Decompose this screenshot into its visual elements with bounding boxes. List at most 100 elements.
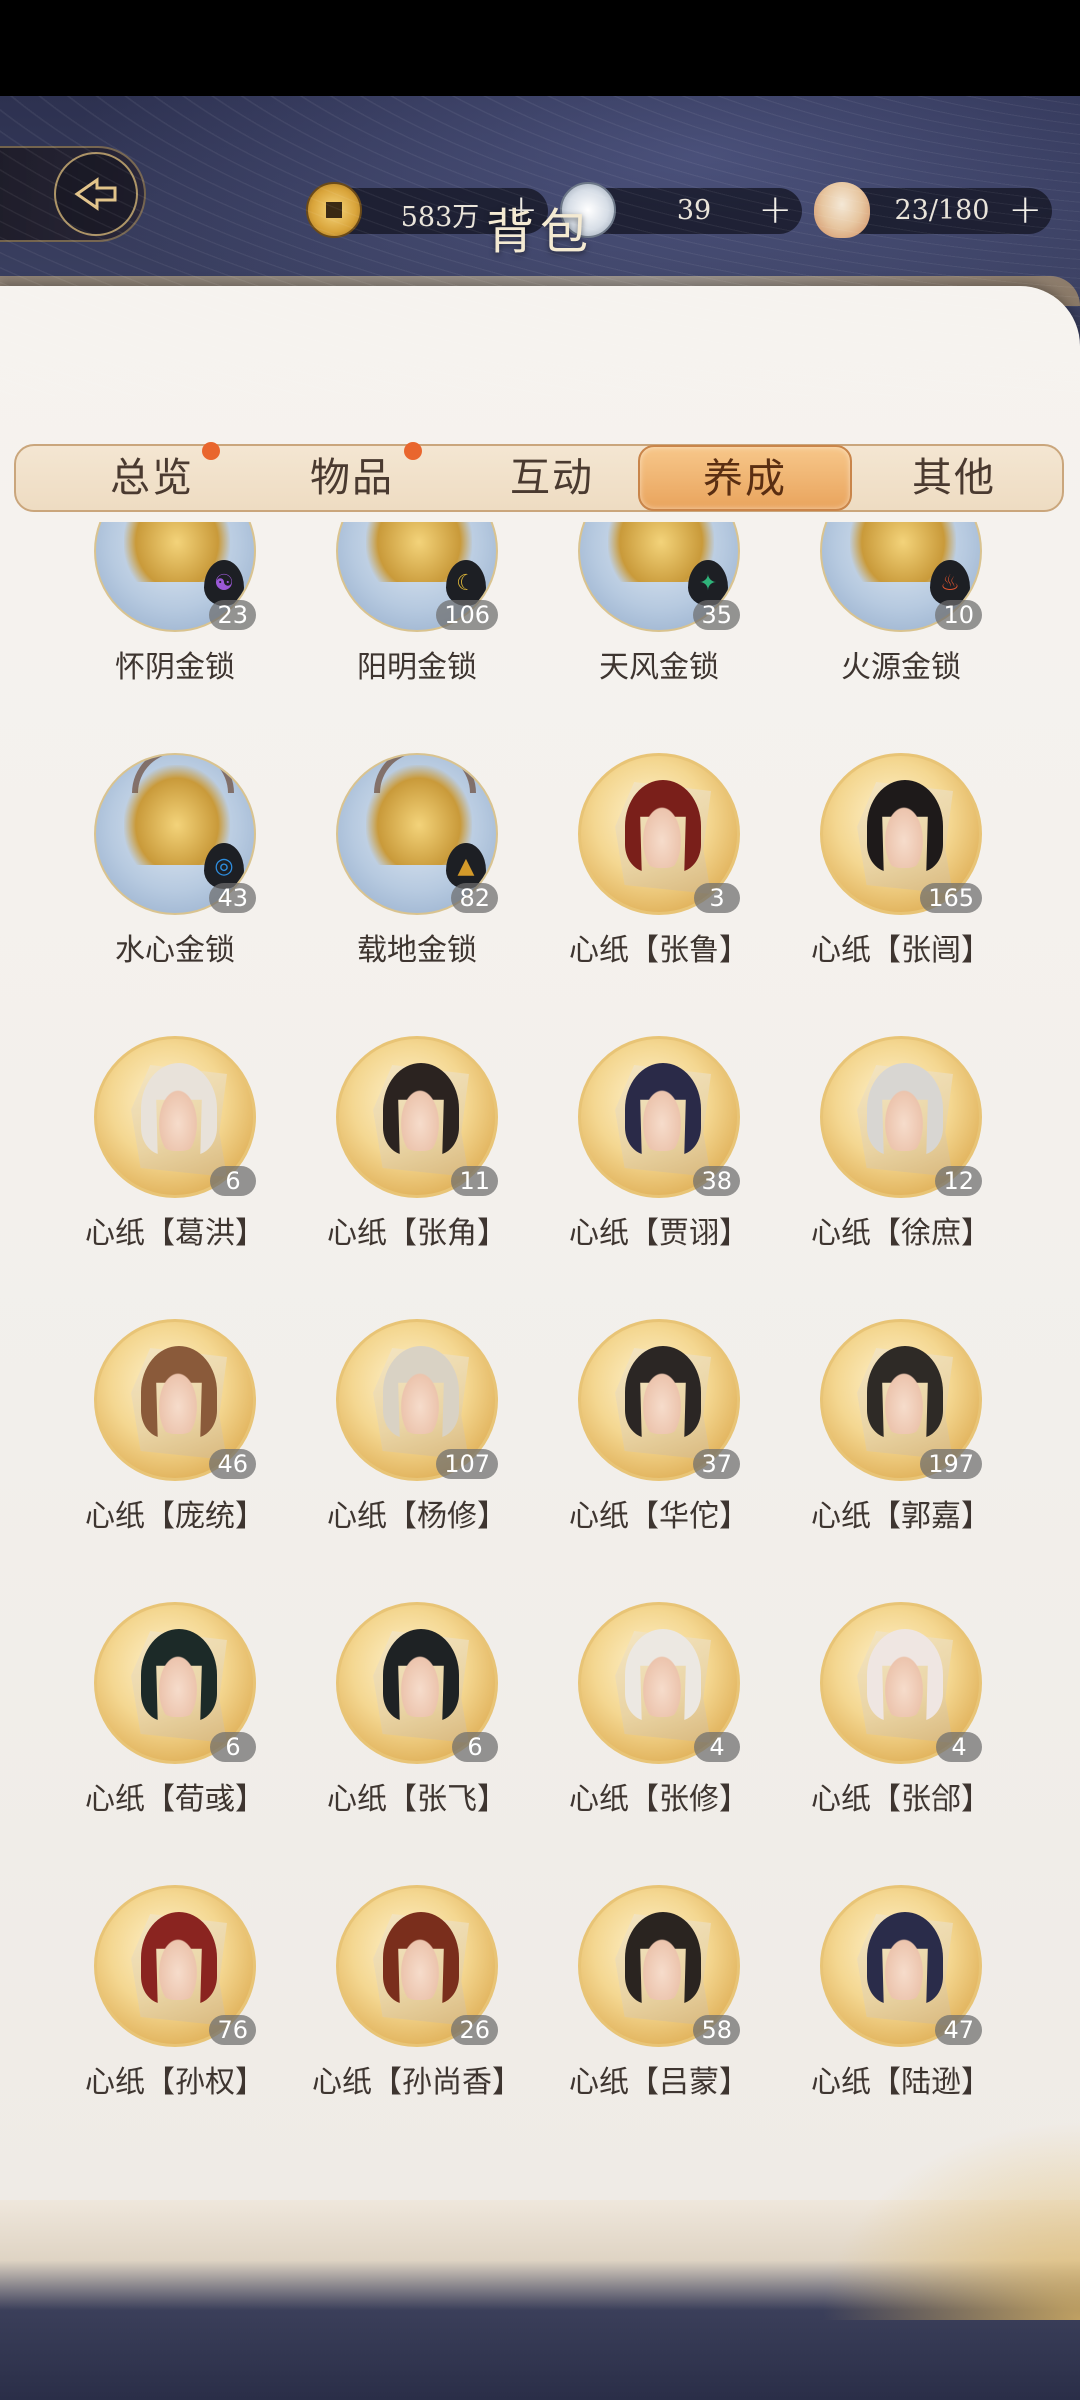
inventory-item[interactable]: ✦ 35 天风金锁 [538,522,780,730]
tab-items[interactable]: 物品 [252,446,452,510]
tab-other[interactable]: 其他 [854,446,1054,510]
item-name: 心纸【孙尚香】 [312,2065,522,2100]
inventory-item[interactable]: 46 心纸【庞统】 [54,1319,296,1579]
item-count-badge: 37 [693,1449,740,1479]
portrait-face [875,1073,933,1151]
inventory-item[interactable]: 197 心纸【郭嘉】 [780,1319,1022,1579]
item-name: 心纸【张鲁】 [569,933,749,968]
item-count-badge: 35 [693,600,740,630]
tab-items-badge [404,442,422,460]
inventory-item[interactable]: 38 心纸【贾诩】 [538,1036,780,1296]
item-count-badge: 38 [693,1166,740,1196]
item-name: 心纸【华佗】 [569,1499,749,1534]
portrait-face [633,1922,691,2000]
bottom-ornament [0,2120,1080,2400]
item-count-badge: 6 [210,1166,256,1196]
inventory-item[interactable]: ▲ 82 载地金锁 [296,753,538,1013]
inventory-item[interactable]: 4 心纸【张修】 [538,1602,780,1862]
item-name: 水心金锁 [115,933,235,968]
item-count-badge: 3 [694,883,740,913]
inventory-item[interactable]: 107 心纸【杨修】 [296,1319,538,1579]
item-count-badge: 46 [209,1449,256,1479]
item-count-badge: 47 [935,2015,982,2045]
item-name: 心纸【荀彧】 [85,1782,265,1817]
item-name: 心纸【孙权】 [85,2065,265,2100]
item-name: 心纸【张飞】 [327,1782,507,1817]
inventory-item[interactable]: 6 心纸【张飞】 [296,1602,538,1862]
inventory-item[interactable]: 76 心纸【孙权】 [54,1885,296,2145]
item-name: 心纸【张郃】 [811,1782,991,1817]
page-title: 背包 [485,204,594,260]
portrait-face [149,1073,207,1151]
inventory-item[interactable]: ☯ 23 怀阴金锁 [54,522,296,730]
inventory-item[interactable]: 4 心纸【张郃】 [780,1602,1022,1862]
item-name: 心纸【张闿】 [811,933,991,968]
tab-cultivation[interactable]: 养成 [638,445,852,511]
inventory-item[interactable]: 3 心纸【张鲁】 [538,753,780,1013]
inventory-item[interactable]: ☾ 106 阳明金锁 [296,522,538,730]
item-count-badge: 107 [436,1449,498,1479]
portrait-face [875,1639,933,1717]
item-name: 心纸【庞统】 [85,1499,265,1534]
item-name: 心纸【张修】 [569,1782,749,1817]
item-count-badge: 12 [935,1166,982,1196]
item-count-badge: 76 [209,2015,256,2045]
inventory-item[interactable]: 12 心纸【徐庶】 [780,1036,1022,1296]
item-name: 怀阴金锁 [115,650,235,685]
item-count-badge: 4 [936,1732,982,1762]
item-count-badge: 23 [209,600,256,630]
item-grid: ☯ 23 怀阴金锁 ☾ 106 阳明金锁 ✦ 35 天风金锁 ♨ 10 火源金锁 ◎ 43 水心金锁 ▲ 82 载… [0,522,1080,2292]
inventory-item[interactable]: 6 心纸【荀彧】 [54,1602,296,1862]
item-count-badge: 10 [935,600,982,630]
item-count-badge: 58 [693,2015,740,2045]
item-name: 心纸【吕蒙】 [569,2065,749,2100]
category-tabs: 总览 物品 互动 养成 其他 [14,442,1064,512]
portrait-face [391,1356,449,1434]
bag-screen: 583万 + 39 + 23/180 + 背包 总览 物品 互动 养成 其他 ☯… [0,96,1080,2400]
portrait-face [875,790,933,868]
item-name: 心纸【杨修】 [327,1499,507,1534]
inventory-item[interactable]: 37 心纸【华佗】 [538,1319,780,1579]
item-count-badge: 6 [210,1732,256,1762]
portrait-face [149,1639,207,1717]
status-bar [0,0,1080,96]
portrait-face [391,1922,449,2000]
item-name: 火源金锁 [841,650,961,685]
inventory-item[interactable]: 11 心纸【张角】 [296,1036,538,1296]
portrait-face [633,1639,691,1717]
tab-interaction[interactable]: 互动 [452,446,652,510]
portrait-face [391,1639,449,1717]
inventory-item[interactable]: 6 心纸【葛洪】 [54,1036,296,1296]
inventory-item[interactable]: 58 心纸【吕蒙】 [538,1885,780,2145]
item-name: 心纸【葛洪】 [85,1216,265,1251]
item-name: 载地金锁 [357,933,477,968]
item-name: 阳明金锁 [357,650,477,685]
item-count-badge: 165 [920,883,982,913]
item-name: 心纸【陆逊】 [811,2065,991,2100]
item-name: 天风金锁 [599,650,719,685]
inventory-item[interactable]: ◎ 43 水心金锁 [54,753,296,1013]
item-name: 心纸【徐庶】 [811,1216,991,1251]
inventory-item[interactable]: 26 心纸【孙尚香】 [296,1885,538,2145]
item-count-badge: 197 [920,1449,982,1479]
inventory-item[interactable]: ♨ 10 火源金锁 [780,522,1022,730]
item-name: 心纸【张角】 [327,1216,507,1251]
portrait-face [149,1356,207,1434]
item-count-badge: 26 [451,2015,498,2045]
portrait-face [633,790,691,868]
item-count-badge: 6 [452,1732,498,1762]
item-count-badge: 82 [451,883,498,913]
inventory-item[interactable]: 165 心纸【张闿】 [780,753,1022,1013]
portrait-face [875,1922,933,2000]
portrait-face [633,1073,691,1151]
item-name: 心纸【郭嘉】 [811,1499,991,1534]
portrait-face [875,1356,933,1434]
portrait-face [633,1356,691,1434]
item-name: 心纸【贾诩】 [569,1216,749,1251]
inventory-item[interactable]: 47 心纸【陆逊】 [780,1885,1022,2145]
item-count-badge: 4 [694,1732,740,1762]
item-count-badge: 106 [436,600,498,630]
item-count-badge: 11 [451,1166,498,1196]
portrait-face [149,1922,207,2000]
tab-overview[interactable]: 总览 [52,446,252,510]
